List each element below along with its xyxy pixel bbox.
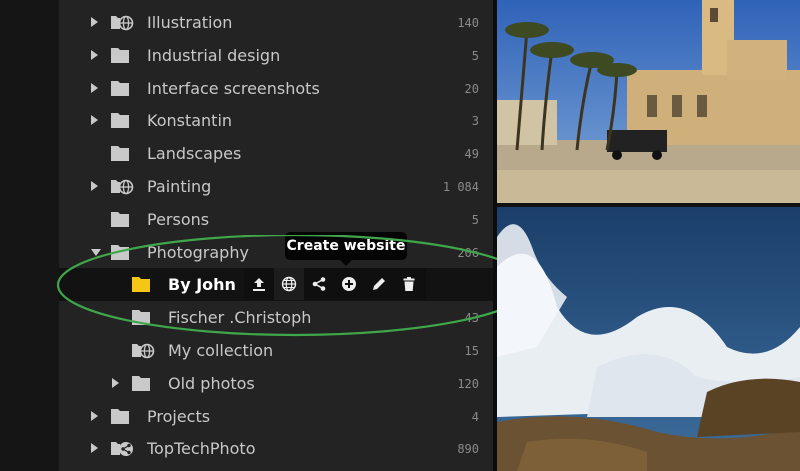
- caret-right-icon[interactable]: [91, 115, 98, 126]
- tree-row[interactable]: Industrial design 5: [59, 39, 493, 72]
- tree-row-label: Illustration: [147, 13, 233, 32]
- photo-thumbnail-church[interactable]: [497, 0, 800, 203]
- tree-row-label: Landscapes: [147, 144, 242, 164]
- caret-right-icon[interactable]: [91, 82, 98, 93]
- church-photo: [497, 0, 800, 203]
- folder-icon: [110, 210, 134, 229]
- tree-row[interactable]: Projects 4: [59, 400, 493, 433]
- tree-row[interactable]: Konstantin 3: [59, 104, 493, 137]
- folder-icon: [110, 46, 134, 65]
- tree-row[interactable]: Old photos 120: [59, 367, 493, 400]
- tree-row-count: 120: [457, 376, 479, 391]
- tree-row-count: 4: [471, 409, 479, 424]
- caret-right-icon[interactable]: [91, 410, 98, 421]
- tree-row-label: Interface screenshots: [147, 78, 320, 98]
- caret-right-icon[interactable]: [112, 377, 119, 388]
- folder-icon: [110, 144, 134, 163]
- waves-photo: [497, 207, 800, 471]
- tree-row-label: Persons: [147, 209, 210, 229]
- tree-row[interactable]: Illustration 140: [59, 6, 493, 39]
- tree-row-label: TopTechPhoto: [147, 439, 256, 459]
- tree-row-count: 5: [471, 48, 479, 63]
- folder-icon: [110, 79, 134, 98]
- tree-row-count: 15: [464, 344, 479, 358]
- tree-row-count: 3: [471, 114, 479, 129]
- folder-icon: [131, 374, 155, 393]
- tree-row-label: Projects: [147, 406, 211, 426]
- tree-row-count: 49: [464, 147, 479, 162]
- tree-row[interactable]: TopTechPhoto 890: [59, 432, 493, 465]
- caret-right-icon[interactable]: [91, 181, 98, 191]
- folder-globe-icon: [110, 177, 134, 196]
- left-sidebar-strip: [0, 0, 59, 471]
- caret-right-icon[interactable]: [91, 49, 98, 60]
- tree-row[interactable]: Painting 1 084: [59, 170, 493, 203]
- caret-right-icon[interactable]: [91, 443, 98, 454]
- tree-row-label: Industrial design: [147, 45, 281, 65]
- tree-row-label: Old photos: [168, 373, 255, 393]
- tree-row-count: 5: [471, 212, 479, 227]
- tree-row[interactable]: Landscapes 49: [59, 137, 493, 170]
- tree-row-count: 890: [457, 442, 479, 457]
- highlight-ellipse: [56, 235, 534, 337]
- tree-row-count: 20: [464, 81, 479, 96]
- folder-icon: [110, 111, 134, 130]
- tree-row-label: Painting: [147, 177, 212, 196]
- tree-row-count: 140: [457, 16, 479, 30]
- caret-right-icon[interactable]: [91, 17, 98, 27]
- tree-row[interactable]: Persons 5: [59, 203, 493, 236]
- folder-icon: [110, 407, 134, 426]
- tree-row-count: 1 084: [442, 180, 479, 194]
- tree-row-label: Konstantin: [147, 111, 233, 131]
- folder-share-icon: [110, 439, 134, 458]
- tree-row[interactable]: Interface screenshots 20: [59, 72, 493, 105]
- photo-thumbnail-waves[interactable]: [497, 207, 800, 471]
- folder-globe-icon: [110, 13, 134, 32]
